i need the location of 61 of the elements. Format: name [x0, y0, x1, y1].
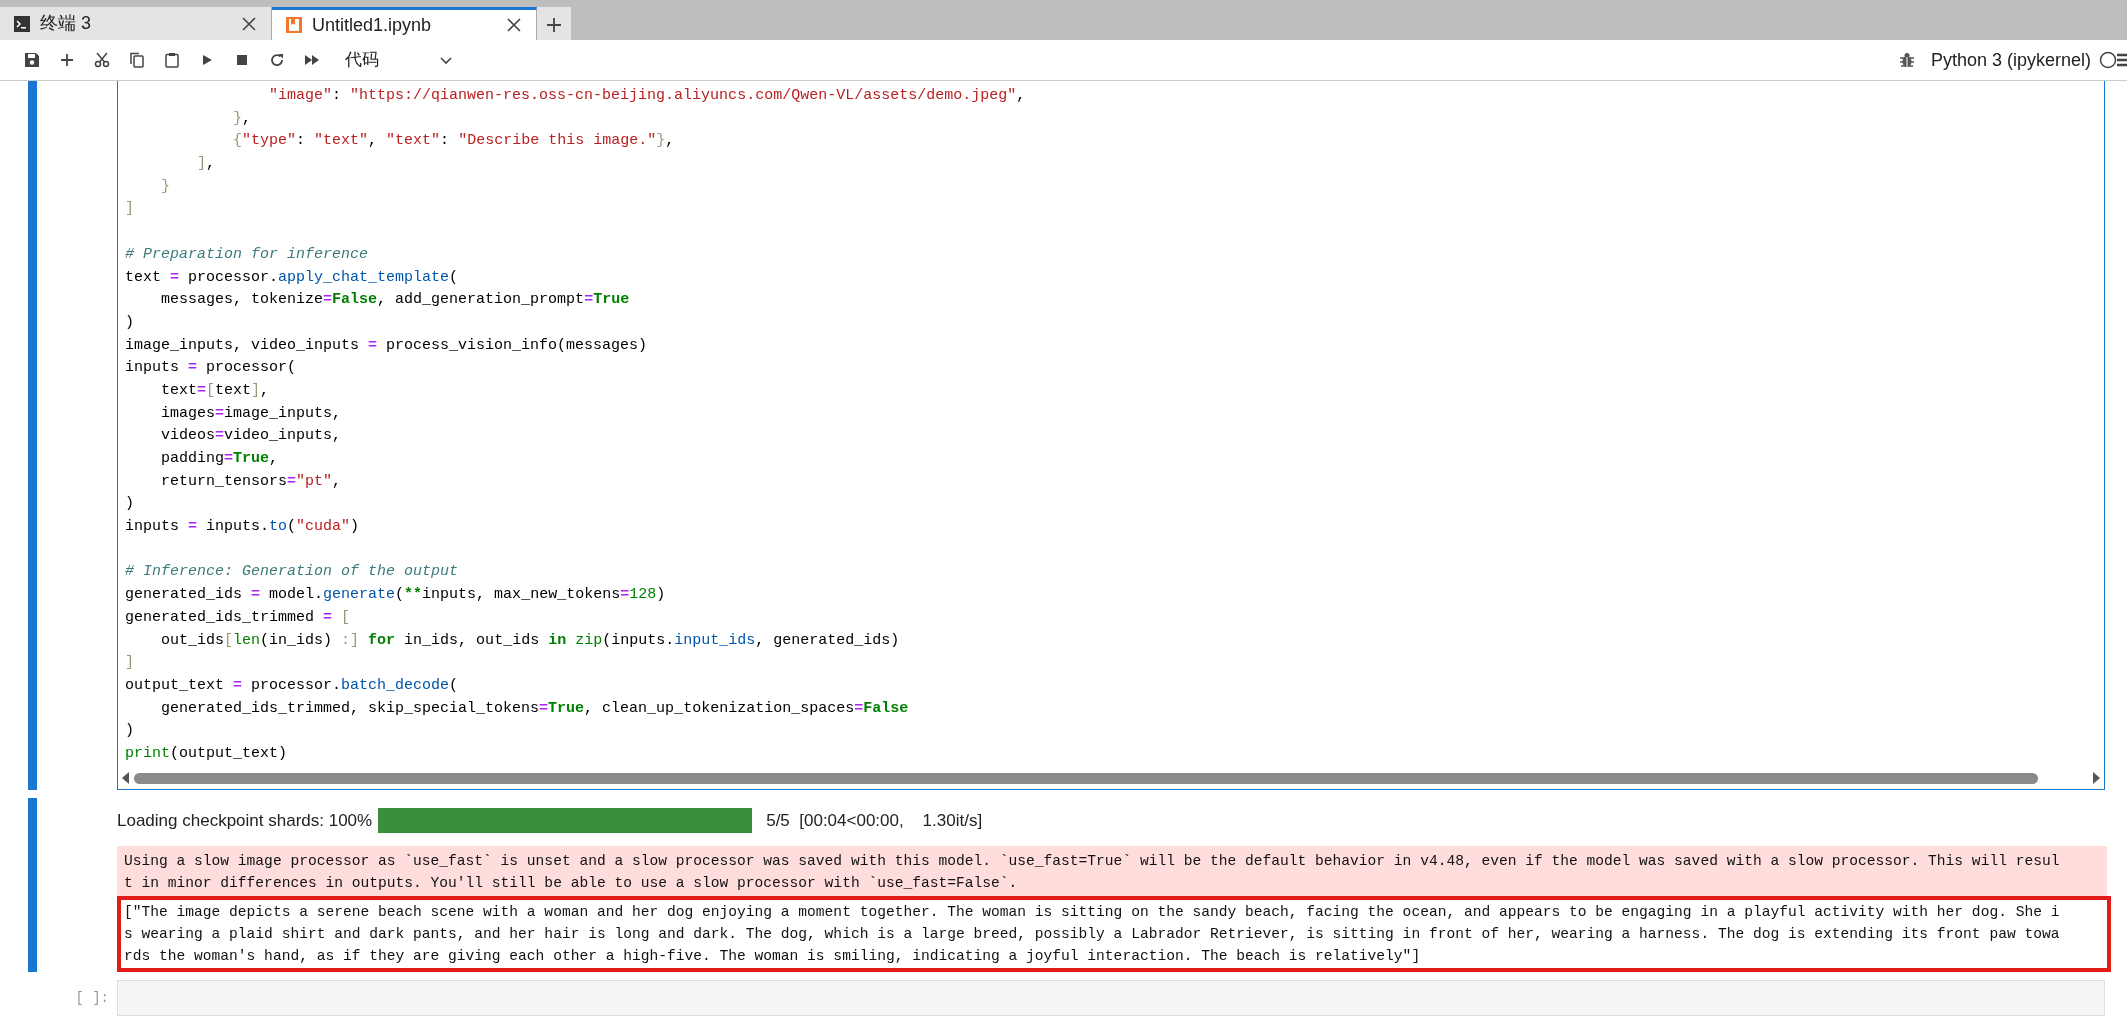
code-line: videos=video_inputs, [160, 426, 343, 447]
code-line: text=[text], [160, 380, 271, 401]
code-line: generated_ids_trimmed = [ [125, 607, 352, 628]
code-line: return_tensors="pt", [160, 471, 343, 492]
code-line: inputs = processor( [125, 358, 298, 379]
progress-label: Loading checkpoint shards: 100% [117, 809, 373, 832]
code-line: output_text = processor.batch_decode( [125, 675, 460, 696]
menu-icon[interactable] [2117, 52, 2127, 68]
close-icon[interactable] [506, 17, 522, 33]
code-line: generated_ids_trimmed, skip_special_tokens=True, clean_up_tokenization_spaces=False [160, 698, 910, 719]
code-line: } [160, 176, 171, 197]
output-line: rds the woman's hand, as if they are giving each other a high-five. The woman is smiling, indicating a joyful interaction. The beach is relatively"] [124, 946, 1422, 966]
cell-type-dropdown[interactable]: 代码 [341, 47, 456, 73]
code-line: ) [125, 494, 135, 515]
code-line: ] [125, 199, 135, 220]
code-line: out_ids[len(in_ids) :] for in_ids, out_ids in zip(inputs.input_ids, generated_ids) [160, 630, 901, 651]
code-line: ] [125, 653, 135, 674]
cut-icon [93, 52, 110, 68]
add-icon [58, 52, 75, 68]
code-line: messages, tokenize=False, add_generation_prompt=True [160, 290, 631, 311]
code-input-field[interactable] [117, 979, 2105, 1016]
code-line: image_inputs, video_inputs = process_vision_info(messages) [125, 335, 649, 356]
code-line: ) [125, 312, 135, 333]
tab[interactable]: 终端 3 [0, 7, 272, 40]
code-line: generated_ids = model.generate(**inputs, max_new_tokens=128) [125, 585, 667, 606]
close-icon[interactable] [241, 15, 257, 32]
code-line: {"type": "text", "text": "Describe this image."}, [232, 131, 676, 152]
code-line: images=image_inputs, [160, 403, 343, 424]
cell-prompt: [ ]: [74, 988, 110, 1008]
save-icon [23, 52, 40, 68]
code-line: inputs = inputs.to("cuda") [125, 517, 361, 538]
code-line: ], [196, 154, 217, 175]
code-line: "image": "https://qianwen-res.oss-cn-beijing.aliyuncs.com/Qwen-VL/assets/demo.jpeg", [268, 86, 1027, 106]
terminal-icon [14, 15, 30, 32]
new-tab-button[interactable] [537, 7, 571, 40]
copy-icon [128, 52, 145, 68]
restart-icon [268, 52, 285, 68]
tab[interactable]: Untitled1.ipynb [272, 7, 537, 40]
code-editor[interactable] [117, 81, 2105, 790]
output-line: t in minor differences in outputs. You'll still be able to use a slow processor with `use_fast=False`. [124, 873, 1019, 893]
code-line: padding=True, [160, 449, 280, 469]
fast-forward-icon [303, 52, 320, 68]
scrollbar-thumb[interactable] [134, 772, 2038, 784]
kernel-name[interactable]: Python 3 (ipykernel) [1930, 46, 2091, 74]
notebook-icon [286, 17, 302, 33]
caret-icon [440, 55, 452, 65]
output-line: s wearing a plaid shirt and dark pants, and her hair is long and dark. The dog, which is a large breed, possibly a Labrador Retriever, is sitting in front of her, wearing a harness. The dog is extending its front paw towa [124, 924, 2061, 944]
code-line: print(output_text) [125, 743, 289, 764]
scroll-left-icon[interactable] [120, 771, 130, 786]
scroll-right-icon[interactable] [2092, 771, 2102, 786]
progress-stats: 5/5 [00:04<00:00, 1.30it/s] [766, 809, 983, 832]
output-line: Using a slow image processor as `use_fast` is unset and a slow processor was saved with this model. `use_fast=True` will be the default behavior in v4.48, even if the model was saved with a slow processor. This will resul [124, 851, 2061, 871]
paste-icon [163, 52, 180, 68]
plus-icon [546, 16, 562, 33]
code-line: }, [232, 108, 253, 129]
code-line: text = processor.apply_chat_template( [125, 267, 460, 288]
output-line: ["The image depicts a serene beach scene with a woman and her dog enjoying a moment together. The woman is sitting on the sandy beach, facing the ocean, and appears to be engaging in a playful activity with her dog. She i [124, 902, 2061, 922]
code-line: # Preparation for inference [125, 244, 370, 265]
code-line: # Inference: Generation of the output [125, 562, 460, 583]
code-line: ) [125, 721, 135, 742]
bug-icon[interactable] [1898, 52, 1915, 68]
